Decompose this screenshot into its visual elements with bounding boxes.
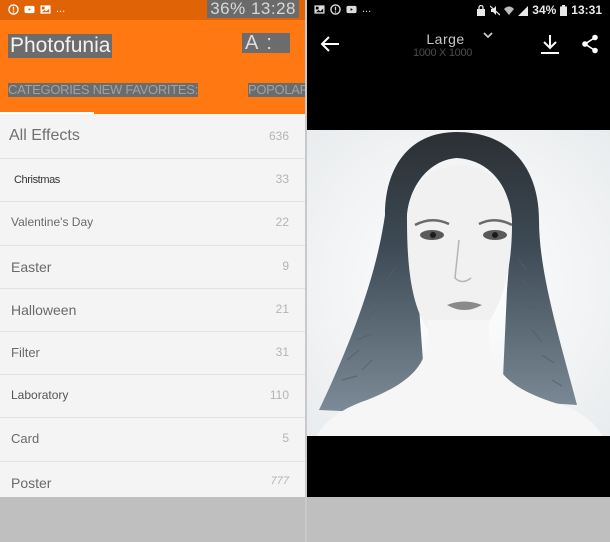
overflow-menu-button[interactable]: : bbox=[266, 33, 272, 53]
clock: 13:31 bbox=[571, 3, 602, 17]
tab-popular[interactable]: POPOLAR bbox=[248, 83, 305, 97]
alert-icon bbox=[8, 4, 19, 15]
category-count: 31 bbox=[275, 344, 289, 359]
category-item-christmas[interactable]: Christmas 33 bbox=[0, 159, 305, 203]
category-count: 636 bbox=[268, 129, 289, 143]
category-item-filter[interactable]: Filter 31 bbox=[0, 331, 305, 376]
left-phone-screen: ... 36% 13:28 Photofunia A : CATEGORIES … bbox=[0, 0, 305, 542]
category-name: Filter bbox=[11, 344, 40, 360]
category-name: Poster bbox=[11, 474, 52, 491]
category-name: Easter bbox=[11, 258, 52, 275]
download-icon[interactable] bbox=[540, 33, 560, 55]
size-label: Large bbox=[426, 31, 465, 47]
image-icon bbox=[314, 5, 325, 14]
category-count: 777 bbox=[270, 474, 289, 487]
app-title: Photofunia bbox=[8, 34, 113, 58]
category-name: All Effects bbox=[9, 127, 80, 144]
status-bar: ... 36% 13:28 bbox=[0, 0, 305, 20]
category-item-all-effects[interactable]: All Effects 636 bbox=[0, 116, 305, 160]
category-count: 5 bbox=[282, 431, 289, 446]
notification-overflow: ... bbox=[362, 3, 372, 15]
navigation-bar-area bbox=[0, 497, 305, 542]
category-name: Halloween bbox=[11, 301, 77, 318]
youtube-icon bbox=[24, 5, 35, 14]
category-count: 22 bbox=[275, 215, 289, 230]
signal-icon bbox=[518, 5, 529, 16]
category-name: Christmas bbox=[14, 174, 60, 187]
category-count: 21 bbox=[275, 301, 289, 316]
right-phone-screen: ... 34% 13:31 Large 1000 X 1000 bbox=[307, 0, 610, 542]
category-name: Laboratory bbox=[11, 388, 69, 403]
category-count: 9 bbox=[282, 258, 289, 273]
navigation-bar-area bbox=[307, 497, 610, 542]
category-name: Valentine's Day bbox=[11, 215, 94, 230]
category-item-laboratory[interactable]: Laboratory 110 bbox=[0, 375, 305, 419]
battery-percentage: 34% bbox=[532, 3, 557, 17]
lock-icon bbox=[477, 4, 486, 16]
image-toolbar: Large 1000 X 1000 bbox=[307, 20, 610, 68]
notification-overflow: ... bbox=[56, 3, 66, 15]
image-icon bbox=[40, 5, 51, 14]
active-tab-indicator bbox=[0, 112, 94, 114]
app-bar-actions: A : bbox=[242, 33, 290, 53]
portrait-image bbox=[307, 130, 610, 436]
wifi-icon bbox=[504, 6, 515, 15]
battery-icon bbox=[560, 4, 568, 16]
font-size-button[interactable]: A bbox=[245, 33, 258, 53]
category-item-card[interactable]: Card 5 bbox=[0, 418, 305, 462]
category-item-valentines-day[interactable]: Valentine's Day 22 bbox=[0, 202, 305, 246]
share-icon[interactable] bbox=[581, 34, 599, 54]
alert-icon bbox=[330, 4, 341, 15]
category-list: All Effects 636 Christmas 33 Valentine's… bbox=[0, 116, 305, 505]
app-bar: Photofunia A : CATEGORIES NEW FAVORITES:… bbox=[0, 20, 305, 114]
youtube-icon bbox=[346, 5, 357, 14]
image-dimensions: 1000 X 1000 bbox=[413, 47, 473, 59]
category-count: 33 bbox=[275, 172, 289, 187]
chevron-down-icon bbox=[483, 32, 493, 39]
category-item-easter[interactable]: Easter 9 bbox=[0, 245, 305, 289]
battery-time-readout: 36% 13:28 bbox=[207, 0, 299, 18]
tab-categories[interactable]: CATEGORIES NEW FAVORITES: bbox=[8, 83, 198, 97]
back-arrow-icon[interactable] bbox=[319, 33, 341, 55]
category-item-halloween[interactable]: Halloween 21 bbox=[0, 288, 305, 332]
status-bar: ... 34% 13:31 bbox=[307, 0, 610, 20]
photo-preview[interactable] bbox=[307, 130, 610, 436]
category-count: 110 bbox=[269, 388, 289, 403]
mute-icon bbox=[490, 5, 501, 15]
category-name: Card bbox=[11, 431, 40, 447]
size-selector[interactable]: Large 1000 X 1000 bbox=[413, 31, 493, 59]
